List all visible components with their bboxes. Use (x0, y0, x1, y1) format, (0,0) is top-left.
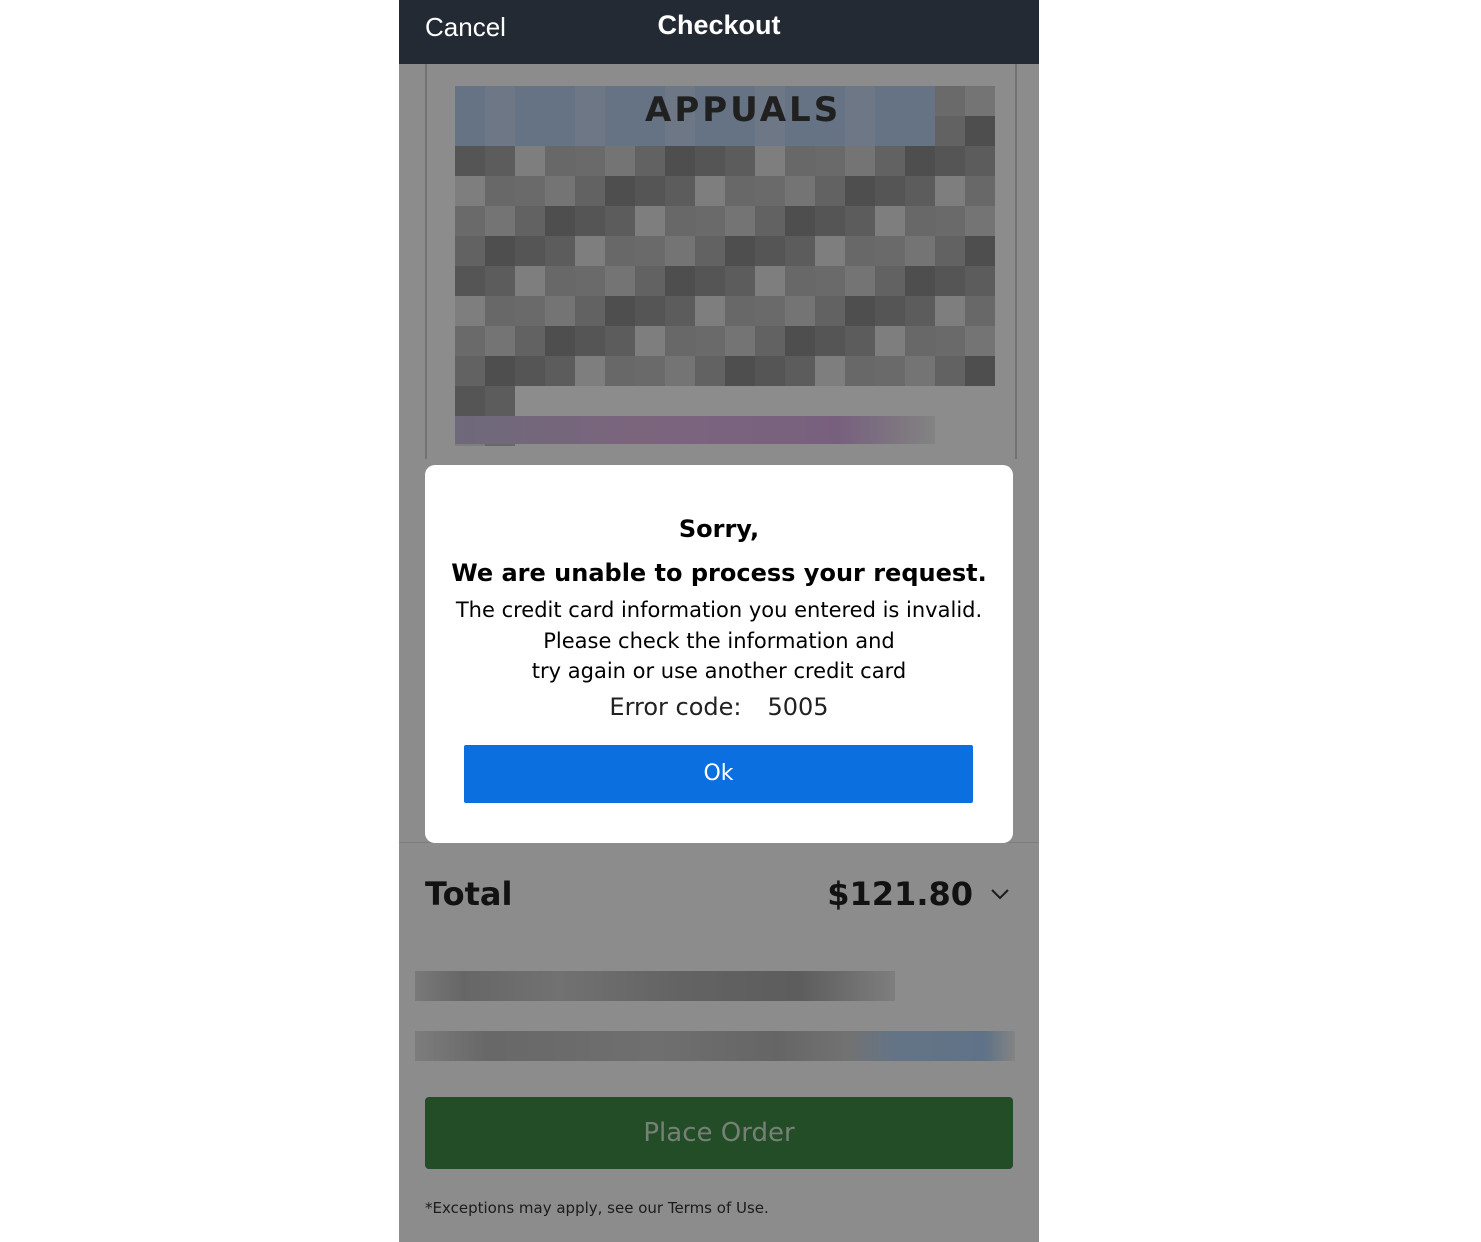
checkout-screen: Cancel Checkout APPUALS Total $121.80 Pl… (399, 0, 1039, 1242)
dialog-apology: Sorry, (678, 515, 760, 543)
dialog-message-line: The credit card information you entered … (455, 598, 983, 622)
page-title: Checkout (657, 10, 781, 40)
error-dialog: Sorry, We are unable to process your req… (425, 465, 1013, 843)
error-code-value: 5005 (767, 693, 829, 721)
dialog-heading: We are unable to process your request. (451, 559, 987, 587)
dialog-message-line: try again or use another credit card (531, 659, 907, 683)
ok-button[interactable]: Ok (464, 745, 973, 803)
dialog-message-line: Please check the information and (543, 629, 895, 653)
navigation-bar: Cancel Checkout (399, 0, 1039, 64)
error-code-label: Error code: (609, 693, 742, 721)
error-code-line: Error code: 5005 (425, 693, 1013, 721)
